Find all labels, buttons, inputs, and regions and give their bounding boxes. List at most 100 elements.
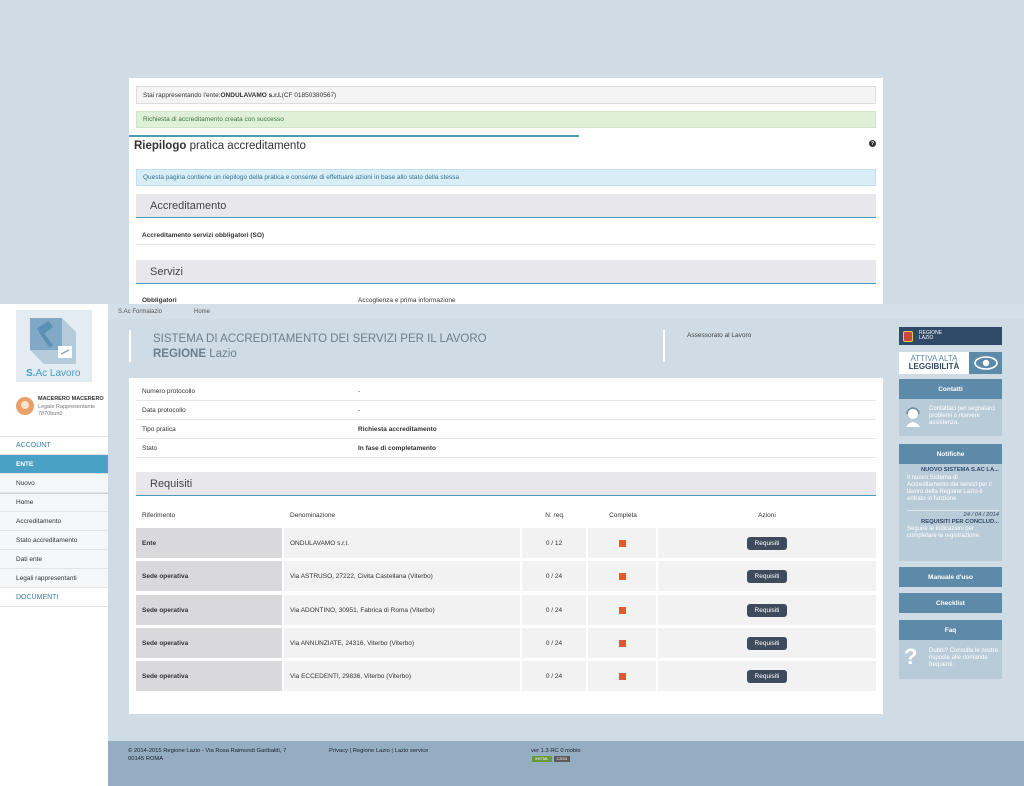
ente-prefix: Stai rappresentando l'ente: — [143, 91, 221, 99]
section-title: Accreditamento — [150, 199, 227, 212]
avatar[interactable] — [16, 397, 34, 415]
nav-label: Accreditamento — [16, 517, 62, 525]
cell-denominazione: Via ADONTINO, 30951, Fabrica di Roma (Vi… — [284, 595, 520, 625]
nav-dati-ente[interactable]: Dati ente — [0, 550, 108, 569]
cell-completa — [588, 528, 656, 558]
accreditamento-row: Accreditamento servizi obbligatori (SO) — [136, 226, 876, 245]
logo-text: S.Ac Lavoro — [26, 368, 80, 379]
regione-logo-text: REGIONE LAZIO — [919, 329, 943, 341]
nav-legali-rappresentanti[interactable]: Legali rappresentanti — [0, 569, 108, 588]
cell-denominazione: ONDULAVAMO s.r.l. — [284, 528, 520, 558]
ente-cf: (CF 01850380567) — [281, 91, 337, 99]
cell-riferimento: Sede operativa — [136, 595, 282, 625]
section-title: Servizi — [150, 265, 184, 278]
cell-azioni: Requisiti — [658, 595, 876, 625]
alta-leggibilita-toggle[interactable]: ATTIVA ALTA LEGGIBILITÀ — [899, 352, 1002, 374]
cell-completa — [588, 561, 656, 591]
requisiti-button[interactable]: Requisiti — [746, 636, 788, 650]
footer: © 2014-2015 Regione Lazio - Via Rosa Rai… — [108, 741, 1024, 786]
requisiti-button[interactable]: Requisiti — [746, 603, 788, 617]
notifica-title[interactable]: REQUISITI PER CONCLUD... — [907, 519, 999, 525]
user-info: MACERERO MACERERO Legale Rappresentante … — [38, 396, 104, 419]
row-value: - — [358, 406, 361, 414]
cell-n-req: 0 / 12 — [522, 528, 586, 558]
row-label: Obbligatori — [142, 297, 177, 304]
nav-account[interactable]: ACCOUNT — [0, 436, 108, 455]
col-azioni: Azioni — [758, 511, 776, 519]
manuale-label: Manuale d'uso — [928, 573, 973, 581]
contatti-header[interactable]: Contatti — [899, 379, 1002, 399]
faq-header[interactable]: Faq — [899, 620, 1002, 640]
notifica-title[interactable]: NUOVO SISTEMA S.AC LA... — [907, 467, 999, 473]
nav-home[interactable]: Home — [0, 493, 108, 512]
requisiti-button[interactable]: Requisiti — [746, 569, 788, 583]
cell-azioni: Requisiti — [658, 528, 876, 558]
requisiti-button[interactable]: Requisiti — [746, 536, 788, 550]
col-completa: Completa — [609, 511, 637, 519]
notifiche-header[interactable]: Notifiche — [899, 444, 1002, 464]
nav-nuovo[interactable]: Nuovo — [0, 474, 108, 493]
ente-name: ONDULAVAMO s.r.l. — [220, 91, 282, 99]
section-accreditamento: Accreditamento — [136, 194, 876, 218]
info-alert: Questa pagina contiene un riepilogo dell… — [136, 169, 876, 186]
manuale-button[interactable]: Manuale d'uso — [899, 567, 1002, 587]
incomplete-status-icon — [618, 539, 626, 547]
notifica-text: Il nuovo Sistema di Accreditamento dei s… — [907, 475, 992, 502]
section-title: Requisiti — [150, 477, 193, 490]
nav-accreditamento[interactable]: Accreditamento — [0, 512, 108, 531]
cell-n-req: 0 / 24 — [522, 595, 586, 625]
incomplete-status-icon — [618, 606, 626, 614]
sac-logo[interactable]: S.Ac Lavoro — [16, 310, 92, 382]
row-label: Data protocollo — [142, 406, 186, 414]
nav-ente[interactable]: ENTE — [0, 455, 108, 474]
xhtml-badge[interactable]: XHTML — [532, 756, 552, 762]
main-content: Numero protocollo - Data protocollo - Tipo… — [129, 378, 883, 714]
title-underline — [129, 134, 579, 137]
breadcrumb-root[interactable]: S.Ac Formalazio — [118, 309, 162, 315]
success-message: Richiesta di accreditamento creata con s… — [143, 116, 284, 123]
table-row: Sede operativa Via ECCEDENTI, 29836, Vit… — [136, 661, 876, 691]
footer-links[interactable]: Privacy | Regione Lazio | Lazio service — [329, 748, 428, 754]
notifica-text: Seguire le indicazioni per completare la… — [907, 526, 981, 539]
checklist-label: Checklist — [936, 599, 965, 607]
copyright-line1: © 2014-2015 Regione Lazio - Via Rosa Rai… — [128, 748, 287, 754]
legg-line2: LEGGIBILITÀ — [908, 362, 960, 371]
requisiti-button[interactable]: Requisiti — [746, 669, 788, 683]
ente-banner: Stai rappresentando l'ente: ONDULAVAMO s… — [136, 86, 876, 104]
row-value: - — [358, 387, 361, 395]
help-icon[interactable]: ? — [869, 140, 876, 147]
version-label: ver 1.3 RC 0 niobio — [531, 748, 581, 754]
notifiche-label: Notifiche — [936, 450, 965, 458]
nav-label: Stato accreditamento — [16, 536, 78, 544]
regione-lazio-logo[interactable]: REGIONE LAZIO — [899, 327, 1002, 345]
gavel-logo-icon — [30, 318, 76, 364]
incomplete-status-icon — [618, 572, 626, 580]
css-badge[interactable]: CSS3 — [553, 756, 571, 762]
logo-text-rest: Ac Lavoro — [35, 368, 81, 379]
summary-overlay-panel: Stai rappresentando l'ente: ONDULAVAMO s… — [129, 78, 883, 304]
left-sidebar: S.Ac Lavoro MACERERO MACERERO Legale Rap… — [0, 304, 108, 786]
servizi-row: Obbligatori Accoglienza e prima informaz… — [136, 294, 876, 304]
site-title-rest: Lazio — [206, 348, 237, 360]
user-role: Legale Rappresentante — [38, 403, 96, 410]
checklist-button[interactable]: Checklist — [899, 593, 1002, 613]
notifica-divider — [907, 510, 999, 511]
pratica-row: Tipo pratica Richiesta accreditamento — [136, 420, 876, 439]
row-label: Stato — [142, 444, 158, 452]
row-label: Tipo pratica — [142, 425, 176, 433]
cell-n-req: 0 / 24 — [522, 661, 586, 691]
assessorato-label: Assessorato al Lavoro — [687, 332, 752, 339]
nav-documenti[interactable]: DOCUMENTI — [0, 588, 108, 607]
page-title-bold: Riepilogo — [134, 140, 187, 152]
row-value: Richiesta accreditamento — [358, 425, 437, 433]
site-title-line1: SISTEMA DI ACCREDITAMENTO DEI SERVIZI PE… — [153, 333, 487, 345]
nav-label: ACCOUNT — [16, 442, 51, 449]
cell-denominazione: Via ANNUNZIATE, 24316, Viterbo (Viterbo) — [284, 628, 520, 658]
nav-label: Dati ente — [16, 555, 43, 563]
success-alert: Richiesta di accreditamento creata con s… — [136, 111, 876, 128]
table-row: Sede operativa Via ADONTINO, 30951, Fabr… — [136, 595, 876, 625]
nav-label: Home — [16, 499, 34, 506]
nav-stato-accreditamento[interactable]: Stato accreditamento — [0, 531, 108, 550]
breadcrumb-home[interactable]: Home — [194, 309, 210, 315]
cell-n-req: 0 / 24 — [522, 561, 586, 591]
